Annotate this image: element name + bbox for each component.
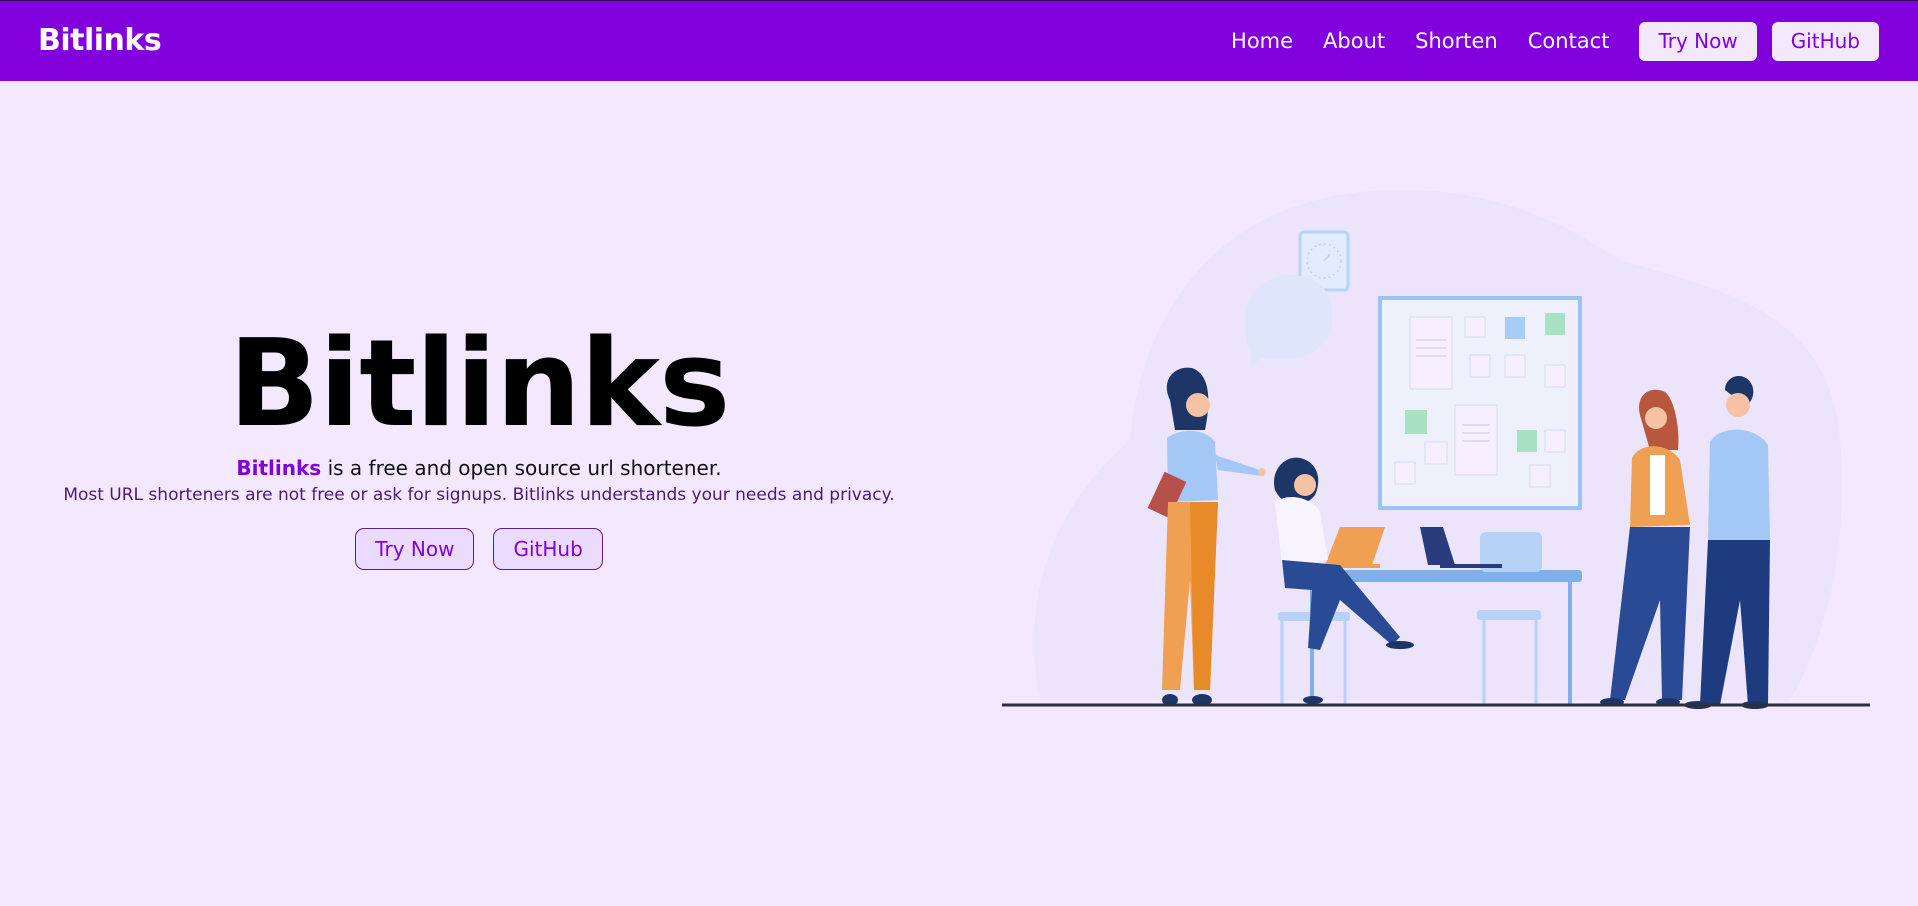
- hero-try-now-button[interactable]: Try Now: [355, 528, 475, 570]
- nav-link-home[interactable]: Home: [1231, 29, 1293, 53]
- hero-section: Bitlinks Bitlinks is a free and open sou…: [0, 320, 958, 570]
- brand-logo[interactable]: Bitlinks: [38, 23, 162, 58]
- nav-link-shorten[interactable]: Shorten: [1415, 29, 1498, 53]
- hero-github-button[interactable]: GitHub: [493, 528, 603, 570]
- hero-title: Bitlinks: [228, 315, 731, 454]
- illustration-svg: [1002, 189, 1870, 709]
- hero-subtitle: Most URL shorteners are not free or ask …: [63, 485, 895, 505]
- hero-tagline-text: is a free and open source url shortener.: [321, 456, 722, 480]
- nav-link-about[interactable]: About: [1323, 29, 1385, 53]
- nav-github-button[interactable]: GitHub: [1771, 21, 1879, 61]
- nav-try-now-button[interactable]: Try Now: [1639, 21, 1757, 61]
- hero-tagline-accent: Bitlinks: [236, 456, 322, 480]
- nav-link-contact[interactable]: Contact: [1528, 29, 1610, 53]
- hero-actions: Try Now GitHub: [0, 528, 958, 570]
- nav-links: Home About Shorten Contact Try Now GitHu…: [1231, 1, 1918, 81]
- team-working-illustration: [1000, 180, 1880, 720]
- hero-tagline: Bitlinks is a free and open source url s…: [0, 454, 958, 482]
- navbar: Bitlinks Home About Shorten Contact Try …: [0, 0, 1918, 81]
